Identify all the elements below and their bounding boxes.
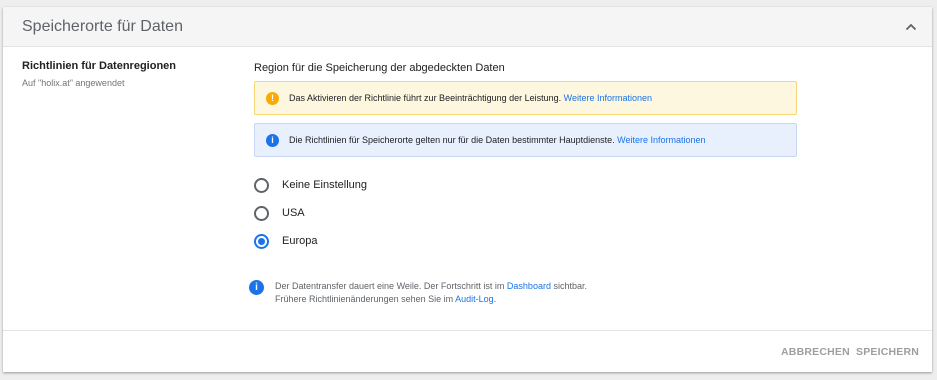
- radio-button-usa[interactable]: [254, 205, 269, 221]
- footnote-line-1-text: Der Datentransfer dauert eine Weile. Der…: [275, 281, 507, 291]
- footnote-text: Der Datentransfer dauert eine Weile. Der…: [275, 280, 587, 306]
- warning-icon: !: [266, 92, 279, 105]
- footnote-line-1-suffix: sichtbar.: [550, 281, 587, 291]
- cancel-button[interactable]: ABBRECHEN: [781, 346, 850, 358]
- info-message: Die Richtlinien für Speicherorte gelten …: [289, 135, 618, 145]
- save-button[interactable]: SPEICHERN: [856, 346, 919, 358]
- info-icon: i: [266, 134, 279, 147]
- footnote-info-icon: i: [249, 280, 264, 295]
- radio-label-usa: USA: [282, 207, 305, 219]
- info-banner: i Die Richtlinien für Speicherorte gelte…: [254, 123, 797, 157]
- radio-option-none[interactable]: Keine Einstellung: [254, 176, 367, 194]
- card-footer: ABBRECHEN SPEICHERN: [3, 330, 932, 372]
- card-header[interactable]: Speicherorte für Daten: [3, 7, 932, 47]
- setting-description: Richtlinien für Datenregionen Auf "holix…: [22, 60, 176, 88]
- footnote-line-2: Frühere Richtlinienänderungen sehen Sie …: [275, 293, 587, 306]
- warning-banner: ! Das Aktivieren der Richtlinie führt zu…: [254, 81, 797, 115]
- card-title: Speicherorte für Daten: [22, 18, 183, 35]
- footnote-line-2-text: Frühere Richtlinienänderungen sehen Sie …: [275, 294, 456, 304]
- radio-button-none[interactable]: [254, 177, 269, 193]
- warning-text: Das Aktivieren der Richtlinie führt zur …: [289, 93, 652, 103]
- setting-scope: Auf "holix.at" angewendet: [22, 78, 125, 88]
- data-location-card: Speicherorte für Daten Richtlinien für D…: [3, 7, 932, 372]
- footnote-line-1: Der Datentransfer dauert eine Weile. Der…: [275, 280, 587, 293]
- radio-button-europe[interactable]: [254, 233, 269, 249]
- radio-label-europe: Europa: [282, 235, 318, 247]
- radio-option-usa[interactable]: USA: [254, 204, 305, 222]
- footnote-line-2-suffix: .: [493, 294, 497, 304]
- audit-log-link[interactable]: Audit-Log: [455, 294, 494, 304]
- region-label: Region für die Speicherung der abgedeckt…: [254, 62, 505, 74]
- radio-label-none: Keine Einstellung: [282, 179, 368, 191]
- dashboard-link[interactable]: Dashboard: [507, 281, 551, 291]
- chevron-up-icon[interactable]: [904, 20, 918, 34]
- setting-title: Richtlinien für Datenregionen: [22, 60, 177, 72]
- warning-message: Das Aktivieren der Richtlinie führt zur …: [289, 93, 564, 103]
- info-text: Die Richtlinien für Speicherorte gelten …: [289, 135, 706, 145]
- warning-learn-more-link[interactable]: Weitere Informationen: [564, 93, 652, 103]
- info-learn-more-link[interactable]: Weitere Informationen: [617, 135, 705, 145]
- radio-option-europe[interactable]: Europa: [254, 232, 317, 250]
